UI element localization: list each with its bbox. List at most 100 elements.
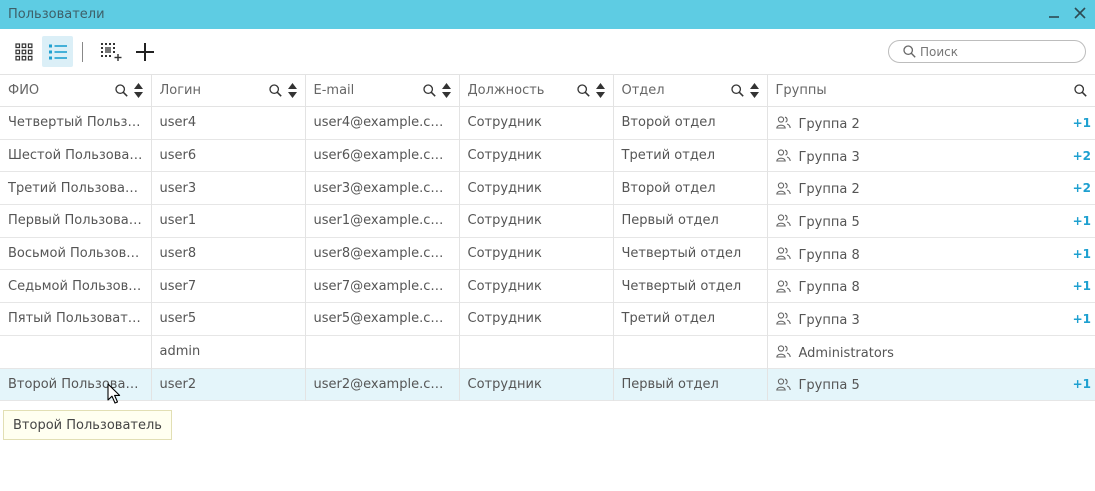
group-name: Группа 2 [798, 116, 860, 132]
cell-fio: Восьмой Пользова… [0, 237, 152, 270]
select-add-button[interactable] [95, 36, 126, 67]
search-icon[interactable] [268, 84, 282, 97]
more-groups-badge[interactable]: +2 [1073, 181, 1091, 195]
cell-department: Четвертый отдел [613, 269, 768, 303]
more-groups-badge[interactable]: +1 [1073, 247, 1091, 261]
cell-login: admin [151, 335, 306, 368]
column-header-login[interactable]: Логин [151, 74, 306, 107]
table-row[interactable]: Третий Пользовате… user3 user3@example.c… [0, 171, 1095, 205]
list-view-icon [48, 44, 67, 59]
column-header-department[interactable]: Отдел [613, 74, 768, 107]
group-name: Группа 3 [798, 312, 860, 328]
more-groups-badge[interactable]: +1 [1073, 377, 1091, 391]
users-icon [775, 247, 791, 260]
search-icon [903, 45, 916, 58]
select-add-icon [100, 42, 121, 61]
users-icon [775, 182, 791, 195]
grid-view-icon [14, 42, 32, 60]
cell-login: user3 [151, 171, 306, 205]
add-button[interactable] [129, 36, 160, 67]
table-row[interactable]: Четвертый Пользо… user4 user4@example.co… [0, 106, 1095, 140]
cell-groups: Группа 3 +1 [767, 303, 1095, 336]
cell-fio: Первый Пользоват… [0, 204, 152, 238]
sort-icon[interactable] [133, 83, 143, 98]
table-row[interactable]: Пятый Пользователь user5 user5@example.c… [0, 302, 1095, 336]
search-icon[interactable] [576, 84, 590, 97]
cell-department: Второй отдел [613, 106, 768, 140]
cell-position: Сотрудник [459, 269, 614, 303]
grid-view-button[interactable] [8, 36, 39, 67]
cell-groups: Группа 5 +1 [767, 205, 1095, 238]
table-row[interactable]: Шестой Пользоват… user6 user6@example.co… [0, 139, 1095, 172]
cell-department: Четвертый отдел [613, 237, 768, 270]
window-titlebar: Пользователи [0, 0, 1095, 29]
more-groups-badge[interactable]: +1 [1073, 279, 1091, 293]
cell-position [459, 335, 614, 368]
more-groups-badge[interactable]: +1 [1073, 116, 1091, 130]
sort-icon[interactable] [595, 83, 605, 98]
cell-department: Первый отдел [613, 368, 768, 401]
minimize-icon[interactable] [1048, 7, 1060, 22]
cell-fio: Пятый Пользователь [0, 302, 152, 336]
cell-email: user3@example.com [305, 171, 460, 205]
cell-groups: Группа 2 +1 [767, 107, 1095, 140]
table-row[interactable]: Седьмой Пользова… user7 user7@example.co… [0, 269, 1095, 303]
cell-email: user6@example.com [305, 139, 460, 172]
more-groups-badge[interactable]: +2 [1073, 149, 1091, 163]
column-header-fio[interactable]: ФИО [0, 74, 152, 107]
cell-groups: Группа 8 +1 [767, 270, 1095, 303]
users-table: ФИО Логин E-mail Должность Отдел Группы … [0, 74, 1095, 401]
table-row[interactable]: admin Administrators [0, 335, 1095, 368]
list-view-button[interactable] [42, 36, 73, 67]
sort-icon[interactable] [441, 83, 451, 98]
cell-email: user1@example.com [305, 204, 460, 238]
cell-department: Третий отдел [613, 139, 768, 172]
users-icon [775, 116, 791, 129]
table-row[interactable]: Первый Пользоват… user1 user1@example.co… [0, 204, 1095, 238]
search-icon[interactable] [114, 84, 128, 97]
column-label: E-mail [313, 83, 355, 98]
search-icon[interactable] [1074, 84, 1087, 97]
search-icon[interactable] [422, 84, 436, 97]
cell-login: user8 [151, 237, 306, 270]
table-header: ФИО Логин E-mail Должность Отдел Группы [0, 74, 1095, 107]
column-header-email[interactable]: E-mail [305, 74, 460, 107]
table-row[interactable]: Второй Пользоват… user2 user2@example.co… [0, 368, 1095, 401]
cell-groups: Группа 3 +2 [767, 139, 1095, 172]
cell-fio: Седьмой Пользова… [0, 269, 152, 303]
more-groups-badge[interactable]: +1 [1073, 312, 1091, 326]
column-header-groups[interactable]: Группы [767, 75, 1095, 107]
group-name: Группа 2 [798, 182, 860, 198]
cell-email: user4@example.com [305, 106, 460, 140]
sort-icon[interactable] [749, 83, 759, 98]
cell-position: Сотрудник [459, 237, 614, 270]
cell-department: Третий отдел [613, 302, 768, 336]
users-icon [775, 280, 791, 293]
close-icon[interactable] [1074, 7, 1086, 22]
cell-email: user5@example.com [305, 302, 460, 336]
column-header-position[interactable]: Должность [459, 74, 614, 107]
table-row[interactable]: Восьмой Пользова… user8 user8@example.co… [0, 237, 1095, 270]
cell-login: user4 [151, 106, 306, 140]
cell-login: user5 [151, 302, 306, 336]
cell-fio [0, 335, 152, 368]
column-label: Группы [775, 83, 827, 98]
search-icon[interactable] [730, 84, 744, 97]
users-icon [775, 312, 791, 326]
plus-icon [135, 42, 154, 61]
cell-position: Сотрудник [459, 204, 614, 238]
cell-department [613, 335, 768, 368]
search-box[interactable] [888, 40, 1086, 63]
cell-groups: Группа 5 +1 [767, 368, 1095, 401]
cell-email [305, 335, 460, 368]
sort-icon[interactable] [287, 83, 297, 98]
cell-groups: Группа 2 +2 [767, 172, 1095, 205]
cell-groups: Administrators [767, 335, 1095, 368]
column-label: ФИО [8, 83, 40, 98]
cell-department: Второй отдел [613, 171, 768, 205]
more-groups-badge[interactable]: +1 [1073, 214, 1091, 228]
cell-email: user7@example.com [305, 269, 460, 303]
cell-department: Первый отдел [613, 204, 768, 238]
search-input[interactable] [916, 44, 1080, 59]
cell-fio: Второй Пользоват… [0, 368, 152, 401]
